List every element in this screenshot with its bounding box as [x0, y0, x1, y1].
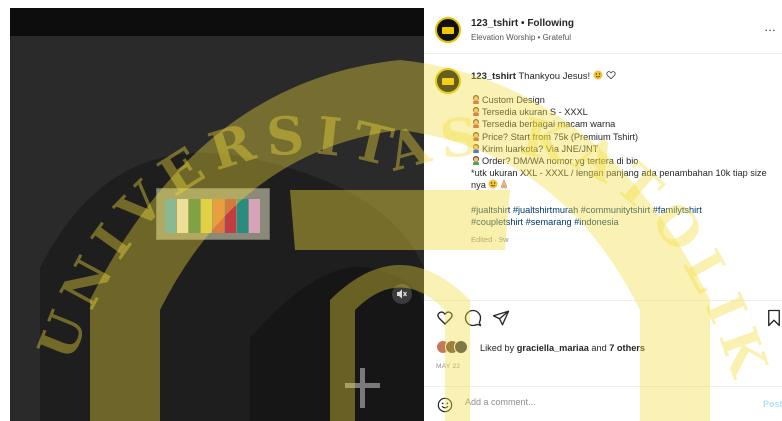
following-status[interactable]: Following: [527, 18, 574, 29]
audio-track-label[interactable]: Elevation Worship • Grateful: [471, 33, 571, 42]
post-comment-button[interactable]: Post: [763, 399, 782, 409]
avatar[interactable]: [435, 17, 461, 43]
video-player[interactable]: [10, 8, 424, 421]
save-bookmark-icon[interactable]: [766, 309, 782, 327]
caption-line: Kirim luarkota? Via JNE/JNT: [471, 143, 771, 155]
emoji-picker-icon[interactable]: [437, 397, 453, 413]
caption-first-line: 123_tshirt Thankyou Jesus!: [471, 70, 617, 82]
mute-button[interactable]: [392, 284, 412, 304]
woman-icon: [473, 131, 479, 141]
caption-line-text: *utk ukuran XXL - XXXL / lengan panjang …: [471, 168, 767, 191]
share-icon[interactable]: [492, 309, 510, 327]
caption-line-text: Kirim luarkota? Via JNE/JNT: [482, 143, 599, 154]
woman-icon: [473, 95, 479, 104]
comment-icon[interactable]: [464, 309, 482, 327]
separator-dot: •: [521, 18, 525, 29]
praying-hands-icon: [501, 179, 508, 190]
caption-line: Tersedia ukuran S - XXXL: [471, 106, 771, 118]
woman-icon: [473, 143, 479, 153]
caption-line: Order? DM/WA nomor yg tertera di bio: [471, 155, 771, 167]
caption-line-text: Tersedia ukuran S - XXXL: [482, 107, 588, 118]
username-link[interactable]: 123_tshirt: [471, 18, 518, 29]
caption-line-text: Price? Start from 75k (Premium Tshirt): [482, 131, 639, 142]
tshirt-thumbnail: [156, 188, 270, 240]
comment-input[interactable]: [465, 397, 725, 407]
liked-by-middle: and: [588, 343, 610, 353]
action-bar: [424, 300, 782, 334]
speaker-muted-icon: [397, 289, 407, 299]
caption-line-text: Order? DM/WA nomor yg tertera di bio: [482, 156, 639, 167]
post-details-panel: 123_tshirt • Following Elevation Worship…: [424, 0, 782, 421]
caption-line: Custom Design: [471, 94, 771, 106]
edited-timestamp: Edited · 9w: [471, 235, 509, 245]
caption-line: Tersedia berbagai macam warna: [471, 118, 771, 130]
smiling-face-icon: [593, 70, 603, 80]
comment-bar: Post: [424, 386, 782, 421]
liker-username-link[interactable]: graciella_mariaa: [517, 343, 589, 353]
caption-line: *utk ukuran XXL - XXXL / lengan panjang …: [471, 167, 771, 191]
post-media: [0, 0, 424, 421]
post-date: MAY 22: [436, 363, 461, 370]
liker-avatar[interactable]: [454, 340, 468, 354]
caption: 123_tshirt Thankyou Jesus! Custom Design…: [424, 54, 782, 294]
woman-icon: [473, 107, 479, 117]
caption-avatar[interactable]: [435, 68, 461, 94]
woman-icon: [473, 119, 479, 129]
liked-by-prefix: Liked by: [480, 343, 517, 353]
caption-line: Price? Start from 75k (Premium Tshirt): [471, 131, 771, 143]
post-header: 123_tshirt • Following Elevation Worship…: [424, 0, 782, 54]
grinning-face-icon: [488, 179, 498, 189]
header-user-line: 123_tshirt • Following: [471, 18, 574, 29]
likes-row: Liked by graciella_mariaa and 7 others: [436, 340, 776, 356]
caption-username-link[interactable]: 123_tshirt: [471, 71, 516, 82]
caption-line-text: Custom Design: [482, 95, 545, 105]
like-heart-icon[interactable]: [436, 309, 454, 327]
caption-text: Thankyou Jesus!: [515, 71, 591, 82]
more-options-icon[interactable]: …: [764, 20, 777, 34]
woman-icon: [473, 156, 479, 166]
liked-by-text: Liked by graciella_mariaa and 7 others: [480, 343, 645, 353]
others-count-link[interactable]: 7 others: [609, 343, 645, 353]
hashtags-line[interactable]: #jualtshirt #jualtshirtmurah #communityt…: [471, 204, 771, 216]
white-heart-icon: [606, 71, 617, 80]
caption-body: Custom Design Tersedia ukuran S - XXXL T…: [471, 94, 771, 246]
caption-line-text: Tersedia berbagai macam warna: [482, 119, 616, 130]
hashtags-line[interactable]: #coupletshirt #semarang #indonesia: [471, 216, 771, 228]
